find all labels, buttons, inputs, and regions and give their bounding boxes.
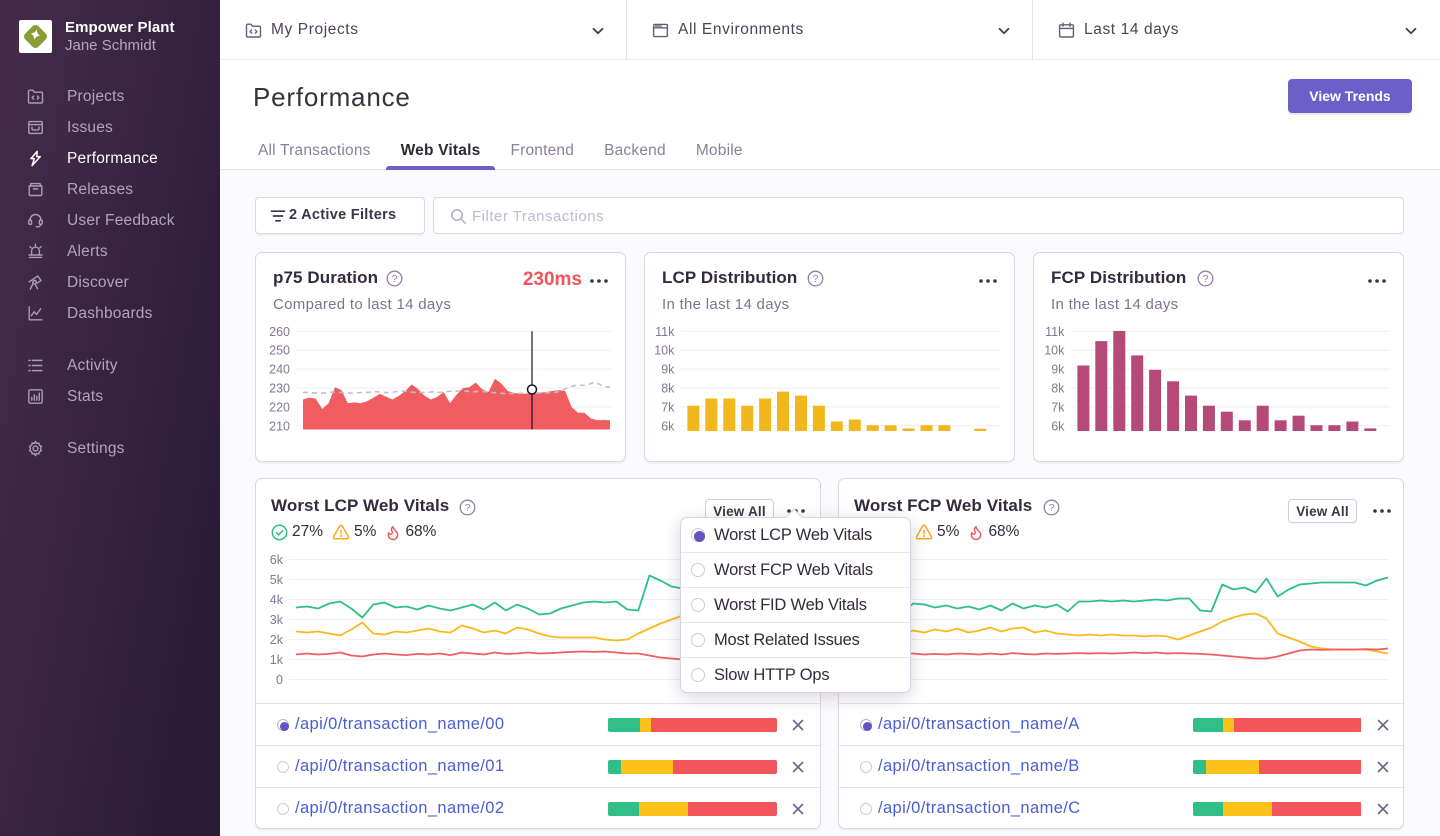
svg-text:6k: 6k: [1051, 419, 1065, 433]
svg-text:6k: 6k: [661, 419, 675, 433]
svg-text:1k: 1k: [270, 653, 284, 667]
svg-text:8k: 8k: [661, 382, 675, 396]
svg-text:250: 250: [269, 344, 290, 358]
svg-text:10k: 10k: [654, 344, 675, 358]
svg-text:?: ?: [1049, 502, 1055, 514]
svg-text:5k: 5k: [270, 573, 284, 587]
svg-text:8k: 8k: [1051, 382, 1065, 396]
svg-text:9k: 9k: [1051, 363, 1065, 377]
svg-text:9k: 9k: [661, 363, 675, 377]
svg-text:2k: 2k: [270, 633, 284, 647]
svg-text:?: ?: [392, 273, 398, 285]
svg-text:7k: 7k: [1051, 400, 1065, 414]
svg-text:?: ?: [813, 273, 819, 285]
svg-text:6k: 6k: [270, 553, 284, 567]
svg-text:220: 220: [269, 400, 290, 414]
svg-text:11k: 11k: [1045, 325, 1065, 339]
svg-text:10k: 10k: [1044, 344, 1065, 358]
svg-text:0: 0: [276, 673, 283, 687]
svg-text:260: 260: [269, 325, 290, 339]
svg-text:?: ?: [465, 502, 471, 514]
svg-text:4k: 4k: [270, 593, 284, 607]
svg-text:3k: 3k: [270, 613, 284, 627]
svg-text:240: 240: [269, 363, 290, 377]
svg-text:210: 210: [269, 419, 290, 433]
svg-text:11k: 11k: [655, 325, 675, 339]
svg-text:?: ?: [1203, 273, 1209, 285]
svg-text:230: 230: [269, 382, 290, 396]
svg-text:7k: 7k: [661, 400, 675, 414]
